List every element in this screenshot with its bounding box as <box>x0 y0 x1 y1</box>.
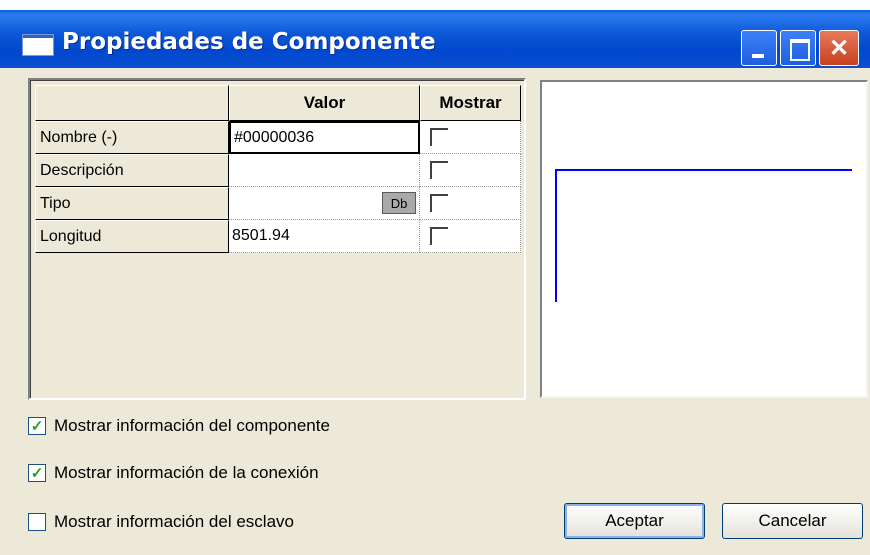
preview-drawing <box>555 169 852 302</box>
maximize-button[interactable] <box>780 30 816 66</box>
properties-grid: Valor Mostrar Nombre (-) #00000036 Descr… <box>28 78 526 400</box>
value-cell-tipo[interactable]: Db <box>229 187 420 220</box>
show-checkbox[interactable] <box>430 161 448 179</box>
window-title: Propiedades de Componente <box>62 29 436 55</box>
option-label: Mostrar información del componente <box>54 416 330 435</box>
component-preview <box>540 80 868 398</box>
option-connection-info[interactable]: ✓ Mostrar información de la conexión <box>28 461 319 485</box>
show-checkbox[interactable] <box>430 227 448 245</box>
maximize-icon <box>790 39 810 61</box>
checkbox-component-info[interactable]: ✓ <box>28 417 46 435</box>
title-bar[interactable]: Propiedades de Componente ✕ <box>0 10 870 68</box>
checkbox-slave-info[interactable] <box>28 513 46 531</box>
grid-header-value: Valor <box>229 85 420 121</box>
show-checkbox[interactable] <box>430 194 448 212</box>
accept-button[interactable]: Aceptar <box>564 503 705 539</box>
grid-frame: Valor Mostrar Nombre (-) #00000036 Descr… <box>30 80 524 398</box>
option-component-info[interactable]: ✓ Mostrar información del componente <box>28 414 330 438</box>
minimize-button[interactable] <box>741 30 777 66</box>
close-button[interactable]: ✕ <box>819 30 859 66</box>
window-icon <box>22 34 54 56</box>
row-label-tipo: Tipo <box>35 187 229 220</box>
close-icon: ✕ <box>828 34 850 62</box>
checkmark-icon: ✓ <box>30 417 44 435</box>
value-cell-nombre[interactable]: #00000036 <box>229 121 420 154</box>
value-cell-descripcion[interactable] <box>229 154 420 187</box>
db-button[interactable]: Db <box>382 192 416 214</box>
show-cell-nombre[interactable] <box>420 121 521 154</box>
show-cell-tipo[interactable] <box>420 187 521 220</box>
grid-header-name <box>35 85 229 121</box>
checkmark-icon: ✓ <box>30 464 44 482</box>
row-label-longitud: Longitud <box>35 220 229 253</box>
row-label-nombre: Nombre (-) <box>35 121 229 154</box>
minimize-icon <box>752 54 764 58</box>
grid-header-show: Mostrar <box>420 85 521 121</box>
option-label: Mostrar información de la conexión <box>54 463 319 482</box>
top-strip <box>0 0 870 10</box>
option-slave-info[interactable]: Mostrar información del esclavo <box>28 510 294 534</box>
show-checkbox[interactable] <box>430 128 448 146</box>
component-line <box>555 169 852 302</box>
value-cell-longitud[interactable]: 8501.94 <box>229 220 420 253</box>
row-label-descripcion: Descripción <box>35 154 229 187</box>
option-label: Mostrar información del esclavo <box>54 512 294 531</box>
component-properties-dialog: Propiedades de Componente ✕ Valor Mostra… <box>0 0 870 555</box>
show-cell-longitud[interactable] <box>420 220 521 253</box>
cancel-button[interactable]: Cancelar <box>722 503 863 539</box>
show-cell-descripcion[interactable] <box>420 154 521 187</box>
checkbox-connection-info[interactable]: ✓ <box>28 464 46 482</box>
